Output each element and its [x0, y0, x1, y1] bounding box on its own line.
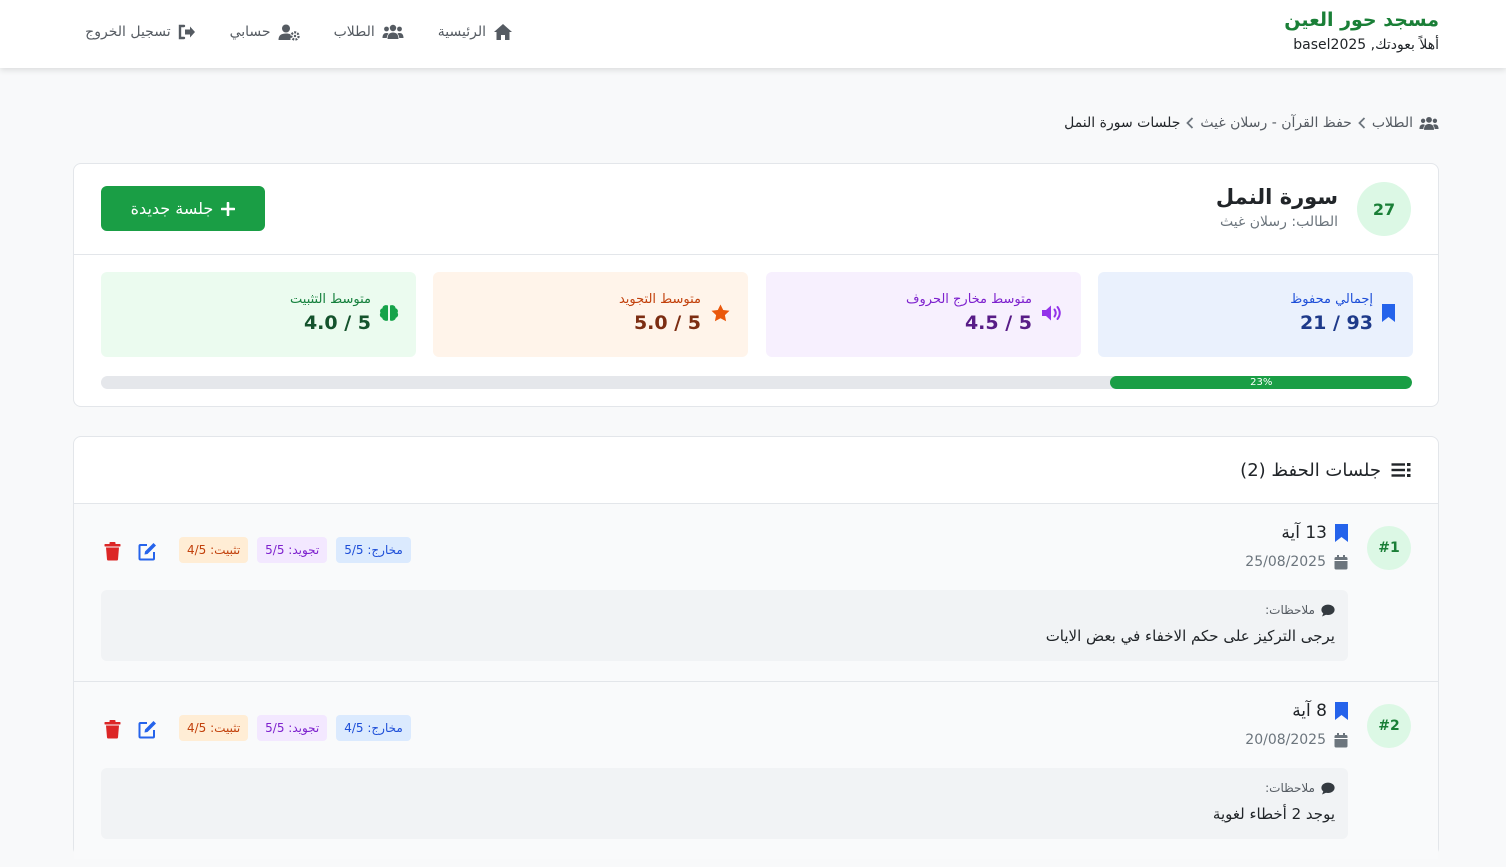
brand: مسجد حور العين أهلاً بعودتك, basel2025 [1284, 7, 1439, 56]
session-date-label: 20/08/2025 [1245, 732, 1326, 748]
stat-tajweed: متوسط التجويد 5.0 / 5 [433, 272, 748, 357]
session-date: 20/08/2025 [1245, 732, 1348, 748]
notes-text: يوجد 2 أخطاء لغوية [1212, 805, 1335, 823]
bookmark-icon [1335, 524, 1348, 542]
bookmark-icon [1382, 304, 1395, 322]
new-session-label: جلسة جديدة [130, 199, 214, 218]
session-item: #2 8 آية 20/08/2025 مخارج: 4/5 تجويد: 5/… [74, 682, 1438, 859]
nav-logout[interactable]: تسجيل الخروج [85, 24, 195, 40]
users-icon [382, 24, 404, 40]
stat-makharij-label: متوسط مخارج الحروف [906, 292, 1032, 307]
surah-title: سورة النمل [1215, 185, 1338, 209]
notes-label: ملاحظات: [1265, 603, 1335, 617]
edit-session-button[interactable] [136, 540, 158, 562]
stat-makharij: متوسط مخارج الحروف 4.5 / 5 [766, 272, 1081, 357]
list-icon [1391, 462, 1411, 478]
stat-tajweed-label: متوسط التجويد [618, 292, 701, 307]
score-tathbeet: تثبيت: 4/5 [179, 537, 249, 563]
memorization-progress-bar: 23% [101, 376, 1412, 389]
score-makharij: مخارج: 5/5 [336, 537, 411, 563]
nav-links: الرئيسية الطلاب حسابي تسجيل الخروج [85, 19, 513, 45]
nav-students[interactable]: الطلاب [334, 24, 404, 40]
navbar: مسجد حور العين أهلاً بعودتك, basel2025 ا… [0, 0, 1506, 68]
breadcrumb-students[interactable]: الطلاب [1372, 115, 1413, 131]
users-icon [1419, 116, 1439, 131]
edit-session-button[interactable] [136, 718, 158, 740]
breadcrumb-program[interactable]: حفظ القرآن - رسلان غيث [1200, 115, 1351, 131]
nav-account-label: حسابي [229, 24, 271, 40]
chevron-left-icon [1186, 117, 1194, 129]
trash-icon [104, 541, 121, 561]
score-makharij: مخارج: 4/5 [336, 715, 411, 741]
volume-icon [1041, 304, 1065, 322]
delete-session-button[interactable] [101, 540, 123, 562]
session-notes: ملاحظات: يرجى التركيز على حكم الاخفاء في… [101, 590, 1348, 661]
surah-number-badge: 27 [1357, 182, 1411, 236]
brand-title[interactable]: مسجد حور العين [1284, 7, 1439, 33]
trash-icon [104, 719, 121, 739]
plus-icon [221, 201, 236, 216]
nav-logout-label: تسجيل الخروج [85, 24, 171, 40]
calendar-icon [1334, 554, 1348, 570]
session-date-label: 25/08/2025 [1245, 554, 1326, 570]
session-item: #1 13 آية 25/08/2025 مخارج: 5/5 تجويد: 5… [74, 504, 1438, 681]
new-session-button[interactable]: جلسة جديدة [101, 186, 265, 231]
session-notes: ملاحظات: يوجد 2 أخطاء لغوية [101, 768, 1348, 839]
score-tajweed: تجويد: 5/5 [257, 715, 328, 741]
session-ayah-count: 13 آية [1281, 523, 1348, 543]
sessions-title: جلسات الحفظ (2) [1240, 459, 1381, 481]
brain-icon [379, 304, 399, 322]
session-scores: مخارج: 4/5 تجويد: 5/5 تثبيت: 4/5 [179, 715, 411, 741]
sessions-header: جلسات الحفظ (2) [1240, 457, 1411, 483]
surah-summary-card: 27 سورة النمل الطالب: رسلان غيث جلسة جدي… [73, 163, 1439, 407]
score-tathbeet: تثبيت: 4/5 [179, 715, 249, 741]
breadcrumb: الطلاب حفظ القرآن - رسلان غيث جلسات سورة… [1064, 112, 1439, 134]
session-ayah-label: 8 آية [1292, 701, 1327, 721]
session-ayah-count: 8 آية [1292, 701, 1348, 721]
notes-label-text: ملاحظات: [1265, 603, 1315, 617]
stat-tathbeet-label: متوسط التثبيت [290, 292, 371, 307]
nav-home[interactable]: الرئيسية [438, 23, 513, 41]
edit-icon [138, 542, 157, 561]
notes-text: يرجى التركيز على حكم الاخفاء في بعض الاي… [1045, 627, 1335, 645]
notes-label: ملاحظات: [1265, 781, 1335, 795]
user-gear-icon [278, 24, 300, 41]
breadcrumb-current: جلسات سورة النمل [1064, 115, 1181, 131]
nav-home-label: الرئيسية [437, 24, 486, 40]
comment-icon [1321, 782, 1335, 795]
nav-account[interactable]: حسابي [230, 24, 300, 41]
session-date: 25/08/2025 [1245, 554, 1348, 570]
comment-icon [1321, 604, 1335, 617]
stat-memorized-label: إجمالي محفوظ [1290, 292, 1373, 307]
score-tajweed: تجويد: 5/5 [257, 537, 328, 563]
stat-memorized: إجمالي محفوظ 21 / 93 [1098, 272, 1413, 357]
stat-tathbeet: متوسط التثبيت 4.0 / 5 [101, 272, 416, 357]
logout-icon [178, 24, 196, 40]
stat-memorized-value: 21 / 93 [1299, 312, 1373, 334]
session-number-badge: #2 [1367, 704, 1411, 748]
chevron-left-icon [1358, 117, 1366, 129]
nav-students-label: الطلاب [333, 24, 375, 40]
bookmark-icon [1335, 702, 1348, 720]
notes-label-text: ملاحظات: [1265, 781, 1315, 795]
delete-session-button[interactable] [101, 718, 123, 740]
session-ayah-label: 13 آية [1281, 523, 1327, 543]
progress-fill: 23% [1110, 376, 1412, 389]
stat-tajweed-value: 5.0 / 5 [633, 312, 701, 334]
session-number-badge: #1 [1367, 526, 1411, 570]
welcome-text: أهلاً بعودتك, basel2025 [1293, 37, 1439, 53]
edit-icon [138, 720, 157, 739]
student-name: الطالب: رسلان غيث [1220, 214, 1338, 230]
stat-tathbeet-value: 4.0 / 5 [303, 312, 371, 334]
star-icon [711, 304, 730, 322]
divider [74, 254, 1438, 255]
stat-makharij-value: 4.5 / 5 [964, 312, 1032, 334]
sessions-card: جلسات الحفظ (2) #1 13 آية 25/08/2025 مخا… [73, 436, 1439, 859]
home-icon [493, 23, 513, 41]
session-scores: مخارج: 5/5 تجويد: 5/5 تثبيت: 4/5 [179, 537, 411, 563]
calendar-icon [1334, 732, 1348, 748]
